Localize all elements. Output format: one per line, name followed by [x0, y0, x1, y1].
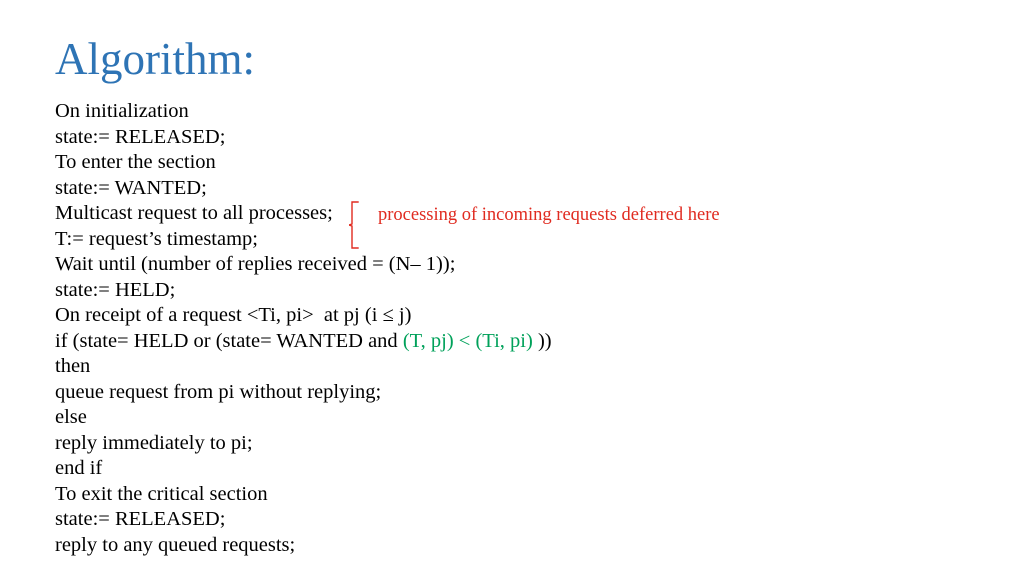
code-line-wait-until: Wait until (number of replies received =…: [55, 253, 456, 275]
if-condition-timestamp-comparison: (T, pj) < (Ti, pi): [402, 329, 533, 352]
algorithm-code-block: On initialization state:= RELEASED; To e…: [55, 99, 995, 558]
code-line-then: then: [55, 355, 91, 377]
page-title: Algorithm:: [55, 34, 255, 84]
code-line-else: else: [55, 406, 87, 428]
code-line-state-wanted: state:= WANTED;: [55, 176, 207, 199]
code-line-reply-queued: reply to any queued requests;: [55, 533, 296, 556]
code-line-state-released-2: state:= RELEASED;: [55, 508, 226, 530]
code-line-to-exit-section: To exit the critical section: [55, 482, 268, 505]
if-condition-suffix: )): [532, 329, 552, 352]
code-line-state-released-1: state:= RELEASED;: [55, 125, 226, 148]
code-line-end-if: end if: [55, 457, 103, 479]
code-line-on-receipt: On receipt of a request <Ti, pi> at pj (…: [55, 304, 412, 326]
code-line-reply-immediately: reply immediately to pi;: [55, 431, 253, 454]
code-line-on-initialization: On initialization: [55, 100, 189, 122]
annotation-label: processing of incoming requests deferred…: [378, 205, 720, 225]
code-line-queue-request: queue request from pi without replying;: [55, 380, 382, 403]
slide-canvas: Algorithm: On initialization state:= REL…: [0, 0, 1024, 576]
curly-brace-left-icon: [349, 201, 359, 249]
if-condition-prefix: if (state= HELD or (state= WANTED and: [55, 329, 403, 352]
code-line-state-held: state:= HELD;: [55, 278, 176, 301]
code-line-if-condition: if (state= HELD or (state= WANTED and (T…: [55, 329, 995, 355]
code-line-to-enter-section: To enter the section: [55, 151, 216, 173]
deferred-processing-annotation: processing of incoming requests deferred…: [349, 201, 789, 251]
